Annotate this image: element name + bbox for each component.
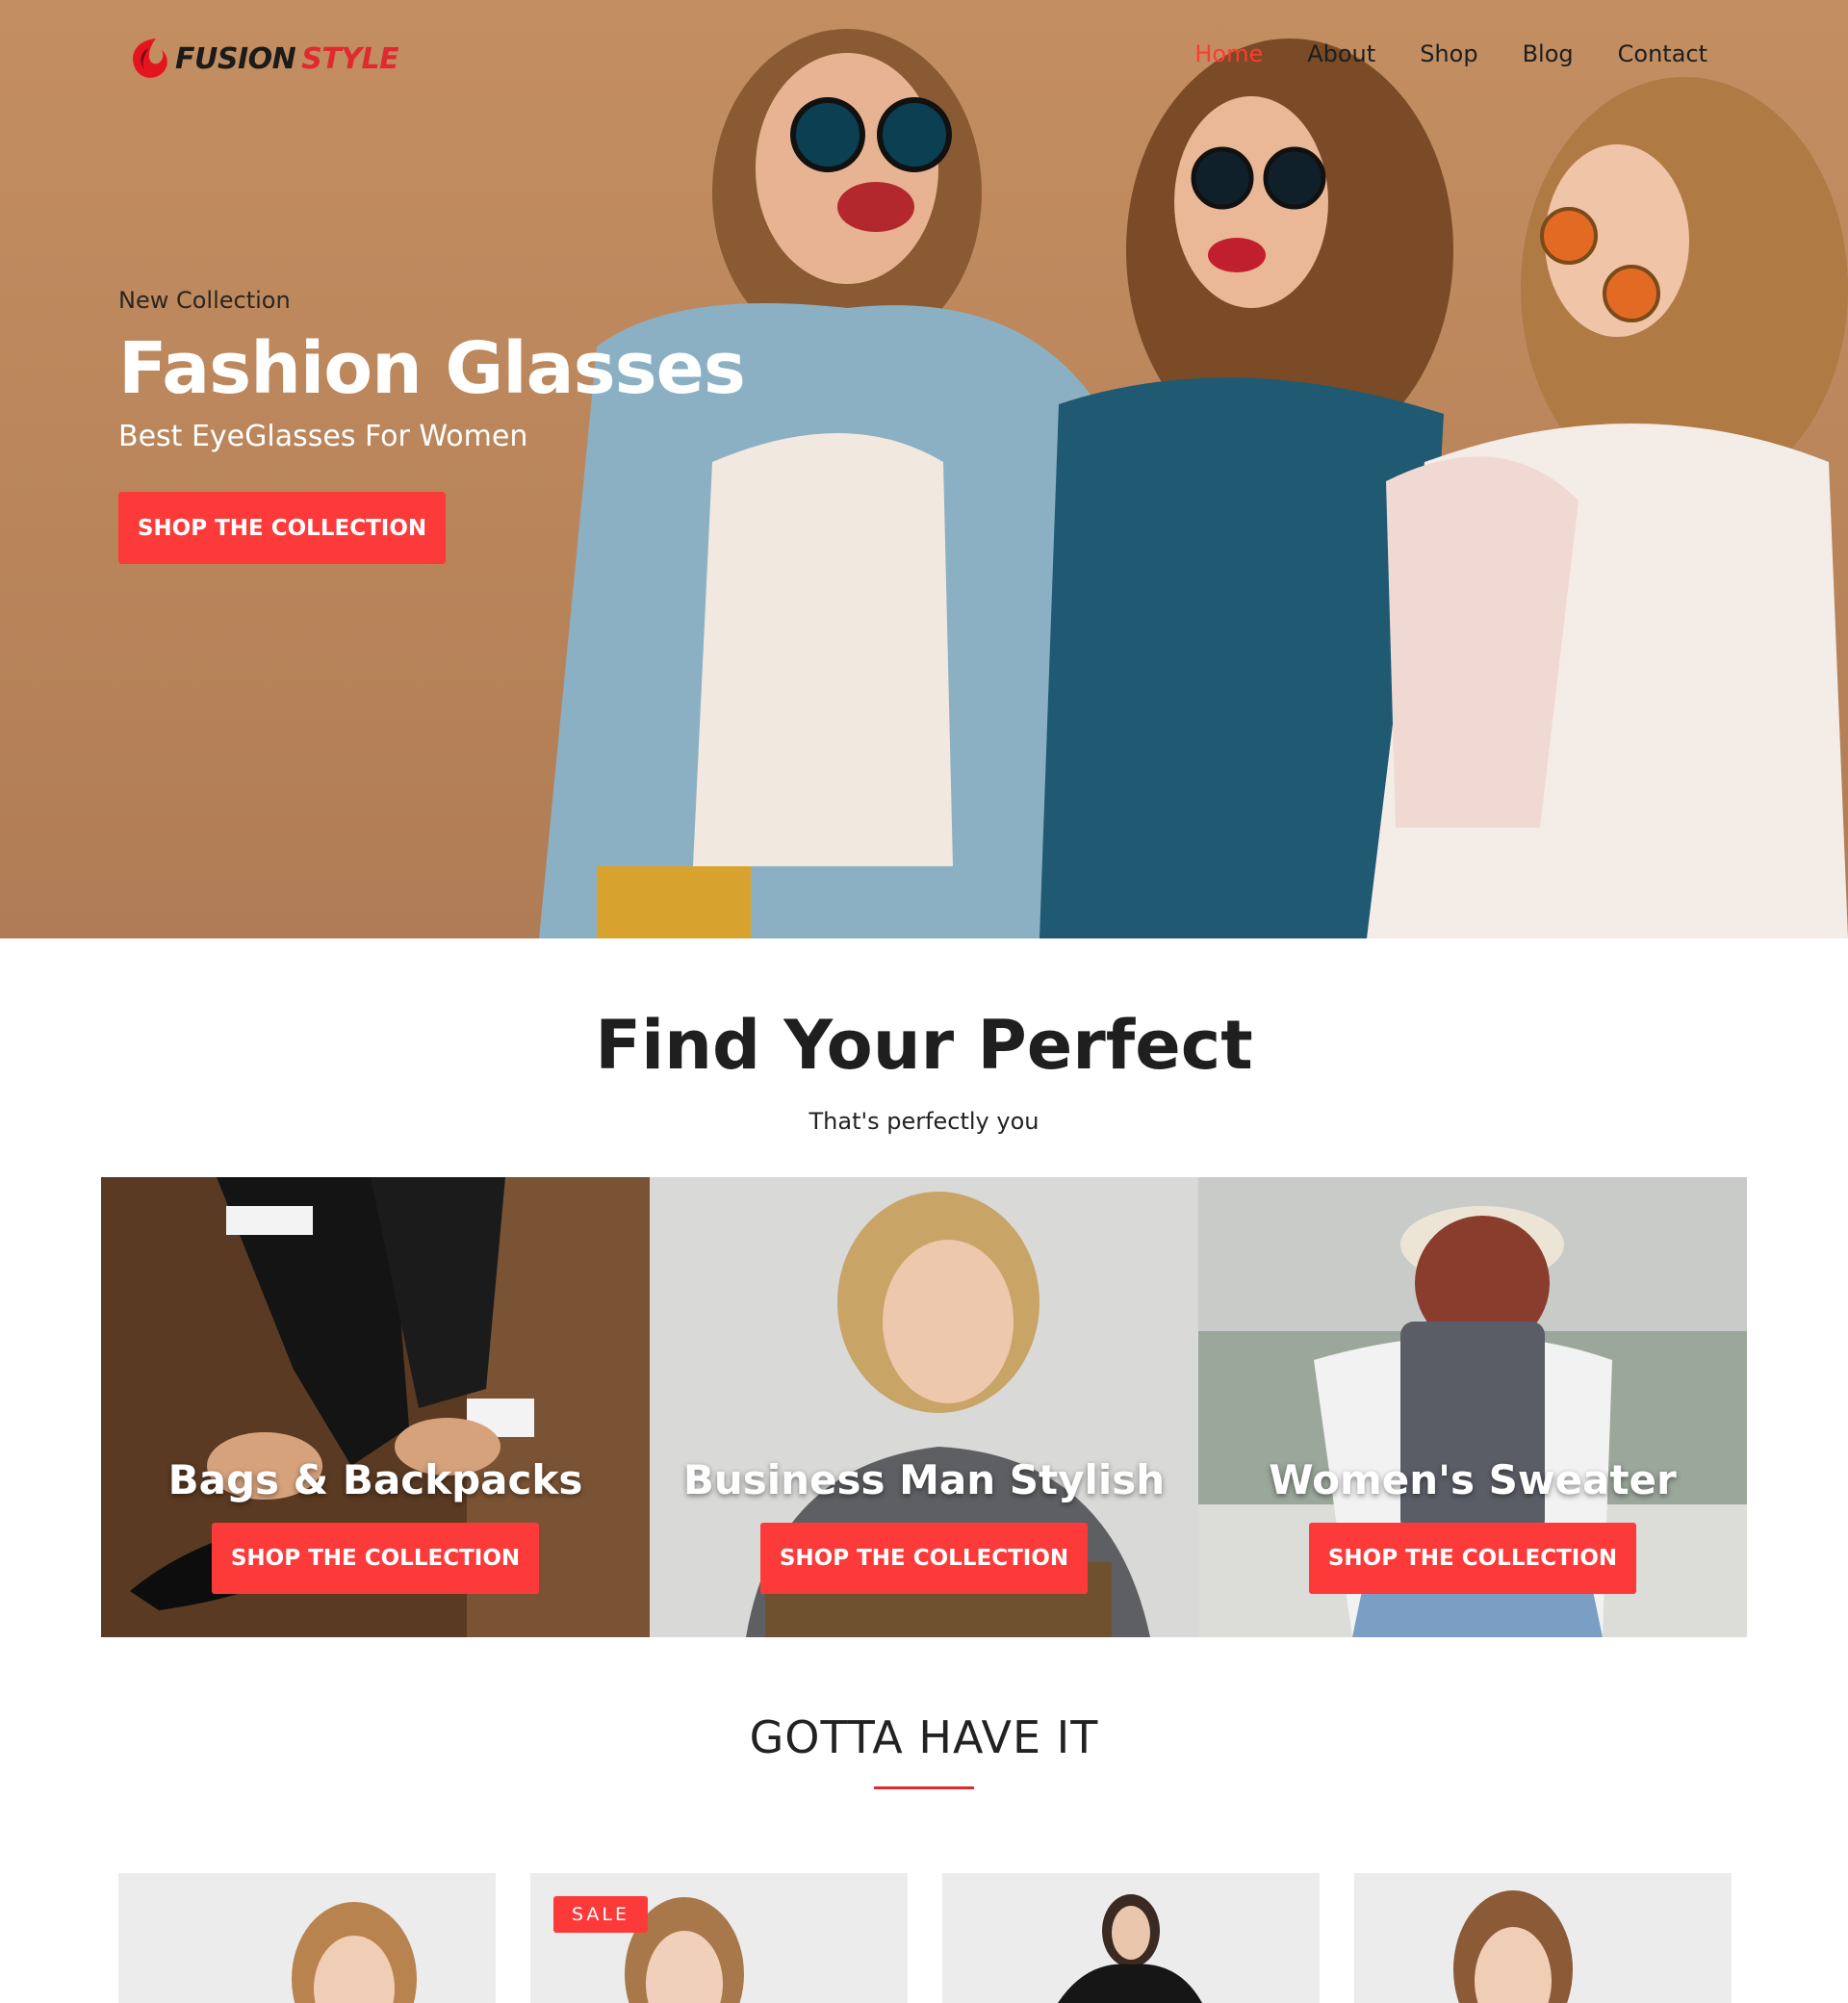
nav-blog[interactable]: Blog	[1523, 40, 1574, 67]
title-underline	[874, 1786, 974, 1789]
product-grid: SALE	[118, 1873, 1732, 2003]
product-photo	[292, 1902, 417, 2003]
category-label-bags: Bags & Backpacks	[167, 1456, 583, 1503]
category-label-sweater: Women's Sweater	[1269, 1456, 1677, 1503]
category-label-business: Business Man Stylish	[682, 1456, 1166, 1503]
product-photo	[1453, 1890, 1573, 2003]
product-card[interactable]	[942, 1873, 1320, 2003]
hero-title: Fashion Glasses	[118, 327, 746, 410]
hero-subtitle: Best EyeGlasses For Women	[118, 420, 528, 453]
category-card-sweater[interactable]: Women's Sweater SHOP THE COLLECTION	[1198, 1177, 1747, 1637]
brand-word-2: STYLE	[301, 41, 399, 76]
find-subtitle: That's perfectly you	[808, 1108, 1040, 1135]
gotta-title: GOTTA HAVE IT	[749, 1711, 1099, 1763]
category-card-business[interactable]: Business Man Stylish SHOP THE COLLECTION	[650, 1177, 1198, 1637]
hero-photo	[539, 29, 1848, 938]
find-title: Find Your Perfect	[595, 1006, 1253, 1085]
product-card[interactable]	[118, 1873, 496, 2003]
brand-wordmark: FUSION STYLE	[175, 41, 399, 76]
category-card-bags[interactable]: Bags & Backpacks SHOP THE COLLECTION	[101, 1177, 650, 1637]
nav-contact[interactable]: Contact	[1618, 40, 1707, 67]
main-nav: Home About Shop Blog Contact	[1194, 40, 1707, 67]
category-grid: Bags & Backpacks SHOP THE COLLECTION Bus…	[101, 1177, 1747, 1637]
nav-about[interactable]: About	[1307, 40, 1375, 67]
sale-badge: SALE	[553, 1896, 649, 1933]
nav-shop[interactable]: Shop	[1420, 40, 1477, 67]
product-card[interactable]	[1354, 1873, 1732, 2003]
category-shop-button-business[interactable]: SHOP THE COLLECTION	[760, 1523, 1088, 1594]
hero-kicker: New Collection	[118, 287, 291, 314]
product-photo	[1058, 1894, 1202, 2003]
brand-word-1: FUSION	[175, 41, 296, 76]
hero-banner: FUSION STYLE Home About Shop Blog Contact…	[0, 0, 1848, 938]
product-photo	[625, 1897, 744, 2003]
brand-logo[interactable]: FUSION STYLE	[127, 35, 399, 83]
product-card[interactable]: SALE	[530, 1873, 908, 2003]
hero-text: New Collection Fashion Glasses Best EyeG…	[118, 287, 746, 453]
category-shop-button-bags[interactable]: SHOP THE COLLECTION	[212, 1523, 539, 1594]
category-shop-button-sweater[interactable]: SHOP THE COLLECTION	[1309, 1523, 1636, 1594]
nav-home[interactable]: Home	[1194, 40, 1263, 67]
flame-logo-icon	[133, 39, 167, 78]
hero-shop-button[interactable]: SHOP THE COLLECTION	[118, 492, 446, 564]
